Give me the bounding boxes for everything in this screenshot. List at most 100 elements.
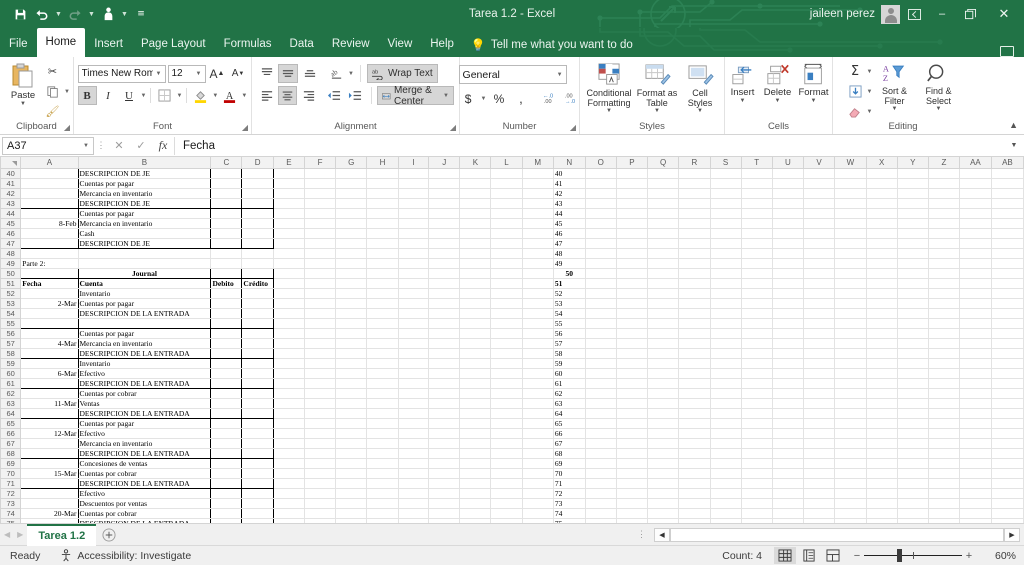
cell-F41[interactable] (304, 178, 337, 189)
cell-Q75[interactable] (647, 518, 680, 523)
cell-I68[interactable] (398, 448, 430, 459)
cell-R50[interactable] (678, 268, 711, 279)
cell-AB53[interactable] (991, 298, 1024, 309)
cell-B52[interactable]: Inventario (78, 287, 212, 299)
row-header-56[interactable]: 56 (0, 327, 22, 339)
cell-B55[interactable] (78, 318, 212, 329)
cell-I73[interactable] (398, 498, 430, 509)
cell-F56[interactable] (304, 328, 337, 339)
cell-I74[interactable] (398, 508, 430, 519)
cell-Q54[interactable] (647, 308, 680, 319)
cell-D49[interactable] (241, 258, 274, 269)
cell-A47[interactable] (20, 238, 79, 249)
cell-T46[interactable] (741, 228, 773, 239)
cell-A42[interactable] (20, 188, 79, 199)
cell-A45[interactable]: 8-Feb (20, 218, 79, 229)
cell-I67[interactable] (398, 438, 430, 449)
format-cells-caret[interactable]: ▼ (811, 98, 817, 104)
cell-I53[interactable] (398, 298, 430, 309)
comment-icon[interactable] (1000, 46, 1014, 57)
cell-E40[interactable] (273, 168, 305, 179)
cell-F69[interactable] (304, 458, 337, 469)
font-dialog-launcher[interactable]: ◢ (242, 123, 248, 132)
cell-I63[interactable] (398, 398, 430, 409)
cell-K46[interactable] (459, 228, 492, 239)
formula-bar-splitter[interactable]: ⋮ (94, 141, 108, 150)
cell-U62[interactable] (772, 388, 804, 399)
cell-Z40[interactable] (928, 168, 960, 179)
name-box[interactable]: A37 ▼ (2, 136, 94, 155)
cell-O74[interactable] (585, 508, 617, 519)
touch-mode-icon[interactable] (98, 4, 118, 24)
cell-X49[interactable] (866, 258, 898, 269)
cell-A70[interactable]: 15-Mar (20, 468, 79, 479)
align-top-icon[interactable] (257, 64, 276, 83)
cell-X74[interactable] (866, 508, 898, 519)
cell-R45[interactable] (678, 218, 711, 229)
cell-W65[interactable] (834, 418, 867, 429)
cell-U57[interactable] (772, 338, 804, 349)
cell-K44[interactable] (459, 208, 492, 219)
cell-N44[interactable]: 44 (553, 208, 586, 219)
cell-Z60[interactable] (928, 368, 960, 379)
cell-Q56[interactable] (647, 328, 680, 339)
cell-K70[interactable] (459, 468, 492, 479)
cell-E53[interactable] (273, 298, 305, 309)
cell-T51[interactable] (741, 278, 773, 289)
cell-Y54[interactable] (897, 308, 929, 319)
cell-V62[interactable] (803, 388, 836, 399)
cell-B45[interactable]: Mercancia en inventario (78, 218, 212, 229)
cell-B74[interactable]: Cuentas por cobrar (78, 508, 212, 519)
cell-Y46[interactable] (897, 228, 929, 239)
cell-Z74[interactable] (928, 508, 960, 519)
cell-Y49[interactable] (897, 258, 929, 269)
user-name[interactable]: jaileen perez (810, 8, 875, 20)
cell-R58[interactable] (678, 348, 711, 359)
cell-V69[interactable] (803, 458, 836, 469)
cell-V57[interactable] (803, 338, 836, 349)
cell-H58[interactable] (366, 348, 399, 359)
cell-F72[interactable] (304, 488, 337, 499)
cell-I75[interactable] (398, 518, 430, 523)
cell-S43[interactable] (710, 198, 742, 209)
confirm-edit-icon[interactable]: ✓ (130, 137, 152, 155)
cell-T42[interactable] (741, 188, 773, 199)
cell-G53[interactable] (335, 298, 368, 309)
cell-M65[interactable] (522, 418, 554, 429)
cell-Y55[interactable] (897, 318, 929, 329)
cell-N42[interactable]: 42 (553, 188, 586, 199)
save-icon[interactable] (10, 4, 30, 24)
sheet-scroll-splitter[interactable]: ⋮ (629, 530, 654, 539)
cell-K66[interactable] (459, 428, 492, 439)
cell-V59[interactable] (803, 358, 836, 369)
percent-style-icon[interactable]: % (489, 89, 508, 108)
cell-H51[interactable] (366, 278, 399, 289)
cell-T72[interactable] (741, 488, 773, 499)
cell-AA63[interactable] (959, 398, 992, 409)
cell-Z67[interactable] (928, 438, 960, 449)
font-size-combo[interactable]: 12 ▼ (167, 64, 206, 83)
delete-cells-caret[interactable]: ▼ (775, 98, 781, 104)
cell-T67[interactable] (741, 438, 773, 449)
cell-B57[interactable]: Mercancia en inventario (78, 338, 212, 349)
column-header-o[interactable]: O (584, 157, 617, 169)
cell-AB55[interactable] (991, 318, 1024, 329)
cell-L72[interactable] (490, 488, 523, 499)
cell-M50[interactable] (522, 268, 554, 279)
cell-Y60[interactable] (897, 368, 929, 379)
cell-O66[interactable] (585, 428, 617, 439)
page-layout-view-button[interactable] (798, 547, 820, 564)
cell-L45[interactable] (490, 218, 523, 229)
cell-A40[interactable] (20, 167, 79, 179)
cell-G51[interactable] (335, 278, 368, 289)
undo-dropdown-caret[interactable]: ▼ (54, 11, 63, 18)
cell-C68[interactable] (210, 448, 243, 459)
cell-W74[interactable] (834, 508, 867, 519)
cell-I49[interactable] (398, 258, 430, 269)
cell-F61[interactable] (304, 378, 337, 389)
cell-E57[interactable] (273, 338, 305, 349)
cell-X58[interactable] (866, 348, 898, 359)
fill-color-icon[interactable] (191, 86, 210, 105)
cell-P58[interactable] (616, 348, 649, 359)
cell-S45[interactable] (710, 218, 742, 229)
